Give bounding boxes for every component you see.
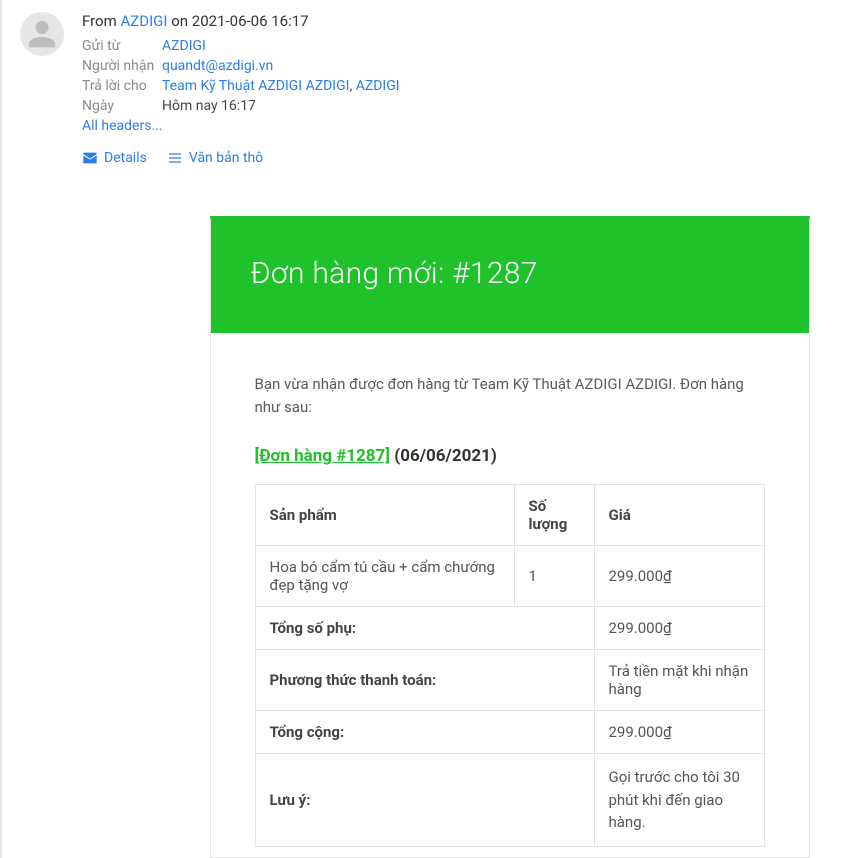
- order-banner: Đơn hàng mới: #1287: [211, 220, 809, 333]
- avatar: [20, 12, 64, 56]
- sent-from-label: Gửi từ: [82, 38, 162, 54]
- from-sender-link[interactable]: AZDIGI: [120, 12, 167, 30]
- payment-value: Trả tiền mặt khi nhận hàng: [594, 650, 764, 711]
- subtotal-value: 299.000₫: [594, 607, 764, 650]
- table-header-row: Sản phẩm Số lượng Giá: [255, 485, 764, 546]
- total-label: Tổng cộng:: [255, 711, 594, 754]
- details-action[interactable]: Details: [82, 150, 147, 166]
- email-header: From AZDIGI on 2021-06-06 16:17 Gửi từ A…: [10, 0, 859, 166]
- envelope-icon: [82, 150, 98, 166]
- header-meta: Gửi từ AZDIGI Người nhận quandt@azdigi.v…: [82, 38, 849, 114]
- all-headers-link[interactable]: All headers...: [82, 118, 163, 134]
- payment-label: Phương thức thanh toán:: [255, 650, 594, 711]
- subtotal-label: Tổng số phụ:: [255, 607, 594, 650]
- col-price: Giá: [594, 485, 764, 546]
- raw-action[interactable]: Văn bản thô: [167, 150, 263, 166]
- col-product: Sản phẩm: [255, 485, 514, 546]
- order-body: Bạn vừa nhận được đơn hàng từ Team Kỹ Th…: [211, 333, 809, 857]
- table-row: Hoa bó cẩm tú cầu + cẩm chướng đẹp tặng …: [255, 546, 764, 607]
- reply-to-value-1[interactable]: Team Kỹ Thuật AZDIGI AZDIGI: [162, 78, 349, 94]
- date-value: Hôm nay 16:17: [162, 98, 256, 114]
- details-label: Details: [104, 150, 147, 166]
- actions-row: Details Văn bản thô: [82, 150, 849, 166]
- header-main: From AZDIGI on 2021-06-06 16:17 Gửi từ A…: [82, 12, 849, 166]
- col-qty: Số lượng: [514, 485, 594, 546]
- order-intro: Bạn vừa nhận được đơn hàng từ Team Kỹ Th…: [255, 373, 765, 418]
- order-table: Sản phẩm Số lượng Giá Hoa bó cẩm tú cầu …: [255, 484, 765, 847]
- date-label: Ngày: [82, 98, 162, 114]
- email-body: Đơn hàng mới: #1287 Bạn vừa nhận được đơ…: [10, 216, 859, 858]
- recipient-label: Người nhận: [82, 58, 162, 74]
- order-number-link[interactable]: [Đơn hàng #1287]: [255, 446, 391, 466]
- sent-from-value[interactable]: AZDIGI: [162, 38, 206, 54]
- person-icon: [26, 18, 58, 50]
- note-label: Lưu ý:: [255, 754, 594, 847]
- cell-price: 299.000₫: [594, 546, 764, 607]
- from-prefix: From: [82, 12, 117, 30]
- note-value: Gọi trước cho tôi 30 phút khi đến giao h…: [594, 754, 764, 847]
- total-value: 299.000₫: [594, 711, 764, 754]
- reply-to-value-2[interactable]: AZDIGI: [356, 78, 400, 94]
- recipient-value[interactable]: quandt@azdigi.vn: [162, 58, 273, 74]
- list-icon: [167, 150, 183, 166]
- order-banner-title: Đơn hàng mới: #1287: [251, 256, 769, 291]
- email-container: From AZDIGI on 2021-06-06 16:17 Gửi từ A…: [0, 0, 859, 858]
- from-timestamp: on 2021-06-06 16:17: [171, 12, 308, 30]
- reply-to-label: Trả lời cho: [82, 78, 162, 94]
- cell-qty: 1: [514, 546, 594, 607]
- order-card: Đơn hàng mới: #1287 Bạn vừa nhận được đơ…: [210, 216, 810, 858]
- cell-product: Hoa bó cẩm tú cầu + cẩm chướng đẹp tặng …: [255, 546, 514, 607]
- from-line: From AZDIGI on 2021-06-06 16:17: [82, 12, 849, 30]
- order-title: [Đơn hàng #1287] (06/06/2021): [255, 446, 765, 466]
- raw-label: Văn bản thô: [189, 150, 263, 166]
- order-date: (06/06/2021): [394, 446, 497, 466]
